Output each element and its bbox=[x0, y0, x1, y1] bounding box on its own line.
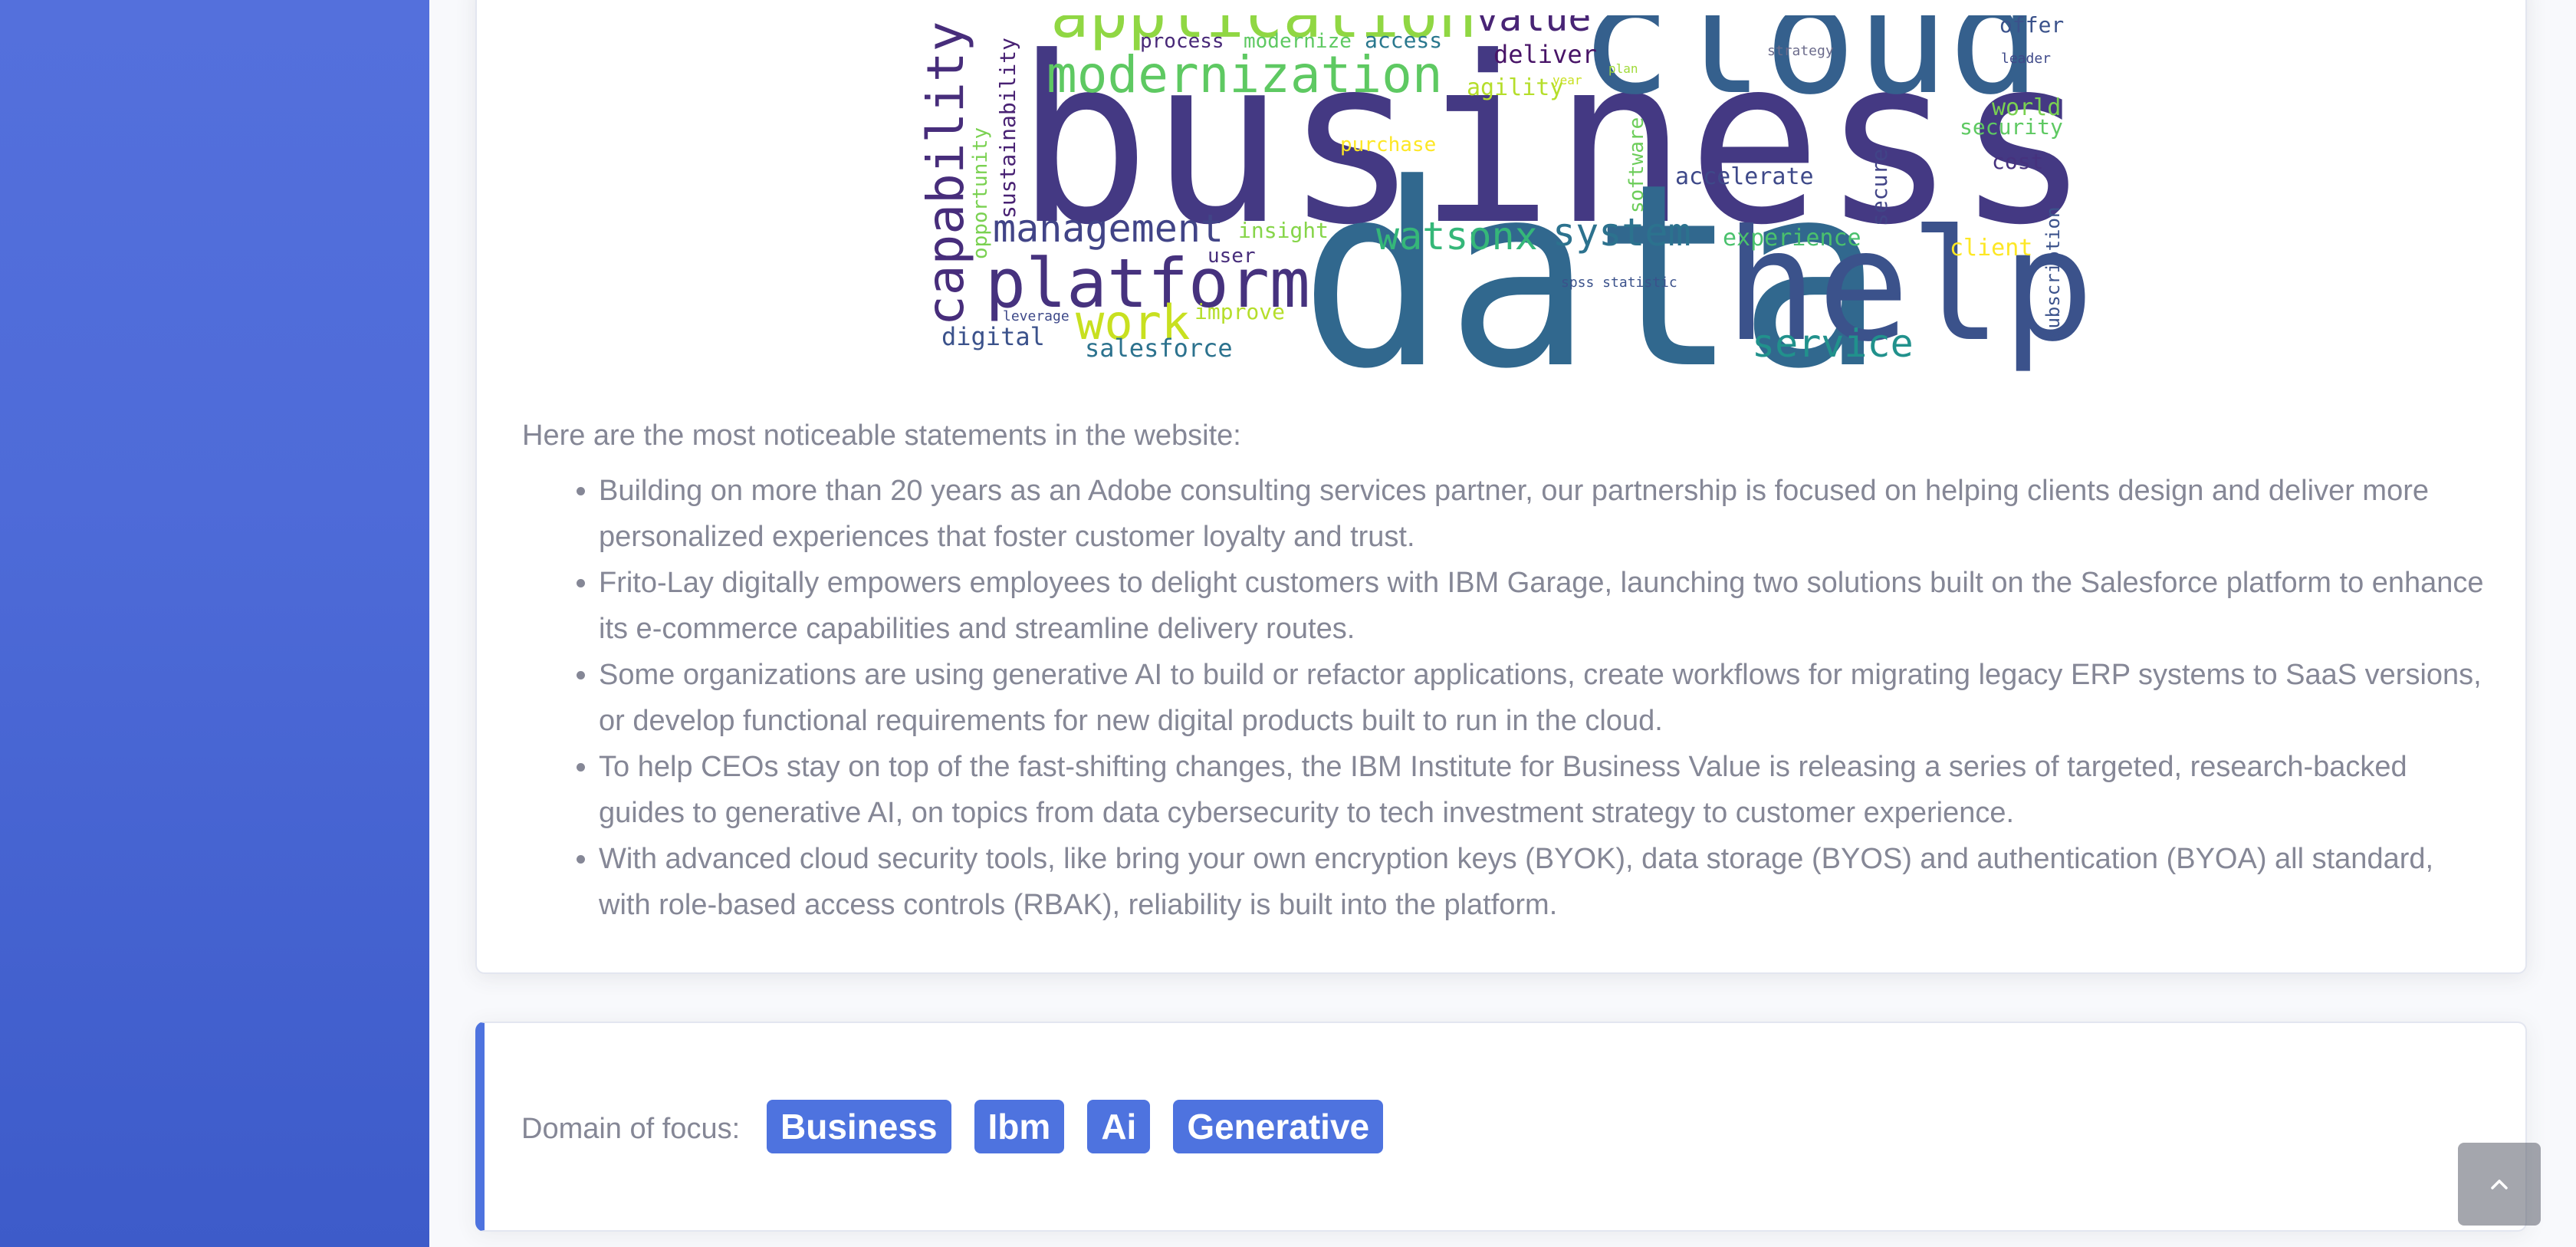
word-cloud-word: insight bbox=[1238, 218, 1329, 243]
word-cloud-word: offer bbox=[1999, 15, 2064, 38]
chevron-up-icon bbox=[2491, 1180, 2508, 1189]
word-cloud: G business data help cloud application m… bbox=[912, 15, 2093, 383]
list-item: Some organizations are using generative … bbox=[599, 652, 2485, 744]
word-cloud-word: secure bbox=[1867, 149, 1892, 226]
word-cloud-word: capability bbox=[916, 21, 975, 326]
word-cloud-word: software bbox=[1625, 117, 1648, 213]
list-item: Building on more than 20 years as an Ado… bbox=[599, 468, 2485, 560]
word-cloud-word: user bbox=[1208, 245, 1256, 268]
word-cloud-word: consult bbox=[1794, 15, 1930, 17]
tag-badge[interactable]: Ibm bbox=[974, 1100, 1065, 1153]
word-cloud-word: year bbox=[1552, 73, 1582, 87]
word-cloud-word: sustainability bbox=[995, 38, 1020, 219]
tag-badge[interactable]: Generative bbox=[1173, 1100, 1384, 1153]
word-cloud-word: access bbox=[1365, 28, 1442, 53]
word-cloud-word: client bbox=[1950, 235, 2032, 262]
word-cloud-word: deliver bbox=[1493, 40, 1597, 69]
word-cloud-word: process bbox=[1140, 30, 1224, 53]
word-cloud-word: modernization bbox=[1046, 45, 1443, 104]
tag-badge[interactable]: Ai bbox=[1087, 1100, 1151, 1153]
word-cloud-word: cloud bbox=[1579, 15, 2041, 129]
word-cloud-word: spss statistic bbox=[1561, 275, 1677, 291]
word-cloud-word: cost bbox=[1992, 149, 2043, 174]
domain-label: Domain of focus: bbox=[521, 1113, 741, 1145]
domain-tags: Business Ibm Ai Generative bbox=[767, 1100, 1384, 1153]
word-cloud-image: G business data help cloud application m… bbox=[916, 15, 2093, 383]
word-cloud-word: opportunity bbox=[969, 127, 992, 259]
list-item: To help CEOs stay on top of the fast-shi… bbox=[599, 744, 2485, 836]
word-cloud-word: watsonx bbox=[1376, 214, 1538, 258]
word-cloud-word: agility bbox=[1467, 74, 1563, 101]
tag-badge[interactable]: Business bbox=[767, 1100, 951, 1153]
word-cloud-word: value bbox=[1476, 15, 1592, 40]
sidebar bbox=[0, 0, 429, 1247]
word-cloud-word: leader bbox=[2001, 51, 2051, 67]
word-cloud-word: digital bbox=[941, 322, 1045, 351]
scroll-to-top-button[interactable] bbox=[2458, 1143, 2541, 1226]
word-cloud-word: management bbox=[993, 206, 1224, 251]
word-cloud-word: security bbox=[1960, 114, 2063, 140]
word-cloud-word: plan bbox=[1608, 61, 1638, 76]
list-item: With advanced cloud security tools, like… bbox=[599, 836, 2485, 928]
word-cloud-word: accelerate bbox=[1675, 163, 1814, 190]
word-cloud-word: service bbox=[1752, 321, 1914, 366]
word-cloud-word: experience bbox=[1723, 225, 1861, 252]
word-cloud-word: system bbox=[1552, 210, 1691, 255]
word-cloud-word: modernize bbox=[1244, 30, 1352, 53]
word-cloud-word: purchase bbox=[1340, 133, 1436, 156]
word-cloud-word: subscription bbox=[2042, 207, 2064, 340]
list-item: Frito-Lay digitally empowers employees t… bbox=[599, 560, 2485, 652]
statements-list: Building on more than 20 years as an Ado… bbox=[522, 468, 2485, 928]
word-cloud-word: salesforce bbox=[1085, 334, 1233, 363]
statements-intro: Here are the most noticeable statements … bbox=[522, 420, 1241, 452]
word-cloud-word: improve bbox=[1194, 299, 1285, 324]
word-cloud-word: strategy bbox=[1767, 43, 1834, 59]
